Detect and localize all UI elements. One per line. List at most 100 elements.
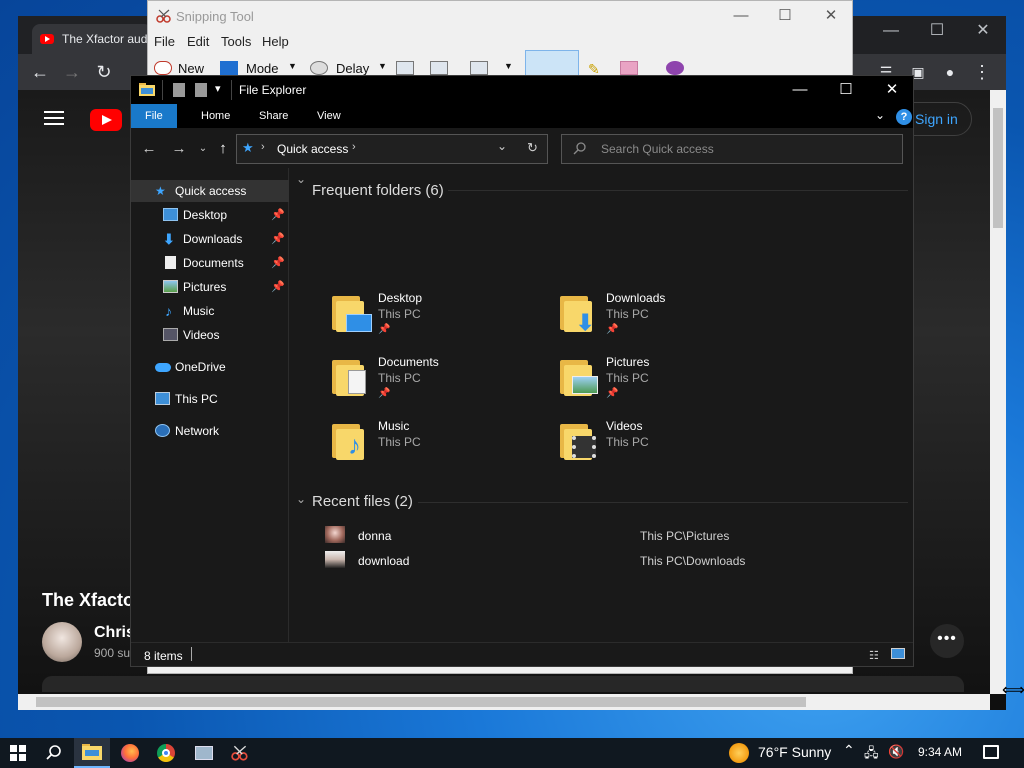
- properties-icon[interactable]: [173, 83, 185, 97]
- snip-menu-file[interactable]: File: [154, 34, 175, 49]
- frequent-folders-header[interactable]: Frequent folders (6): [312, 182, 444, 199]
- address-dropdown-icon[interactable]: ⌄: [497, 139, 507, 153]
- hamburger-menu-icon[interactable]: [44, 111, 64, 127]
- paint3d-icon[interactable]: [666, 61, 684, 75]
- snip-menu-edit[interactable]: Edit: [187, 34, 209, 49]
- nav-item-downloads[interactable]: ⬇ Downloads 📌: [131, 228, 289, 250]
- notifications-icon[interactable]: [983, 745, 999, 759]
- qat-divider: [162, 80, 163, 100]
- vertical-scroll-thumb[interactable]: [993, 108, 1003, 228]
- nav-item-documents[interactable]: Documents 📌: [131, 252, 289, 274]
- description-box[interactable]: [42, 676, 964, 692]
- folder-name[interactable]: Desktop: [378, 291, 422, 305]
- picture-icon: [163, 280, 178, 293]
- collapse-frequent-icon[interactable]: ⌄: [296, 172, 306, 186]
- channel-name[interactable]: Chris: [94, 624, 135, 642]
- pin-icon[interactable]: 📌: [271, 228, 285, 250]
- explorer-minimize-button[interactable]: —: [777, 76, 823, 104]
- taskbar-file-explorer[interactable]: [74, 738, 110, 768]
- address-path[interactable]: Quick access: [277, 142, 348, 156]
- eraser-icon[interactable]: [620, 61, 638, 75]
- volume-muted-icon[interactable]: 🔇: [888, 744, 904, 760]
- snip-minimize-button[interactable]: —: [718, 5, 764, 29]
- channel-avatar[interactable]: [42, 622, 82, 662]
- browser-tab[interactable]: The Xfactor aud: [32, 24, 152, 54]
- explorer-maximize-button[interactable]: ☐: [823, 76, 869, 104]
- desktop-icon: [163, 208, 178, 221]
- browser-maximize-button[interactable]: ☐: [914, 16, 960, 46]
- network-tray-icon[interactable]: 🖧: [864, 744, 879, 766]
- start-button[interactable]: [0, 738, 36, 768]
- expand-ribbon-icon[interactable]: ⌄: [875, 108, 885, 122]
- nav-item-videos[interactable]: Videos: [131, 324, 289, 346]
- monitor-icon: [195, 746, 213, 760]
- send-icon[interactable]: [470, 61, 488, 75]
- pen-tool-button[interactable]: [525, 50, 579, 78]
- explorer-close-button[interactable]: ✕: [869, 76, 915, 104]
- copy-icon[interactable]: [430, 61, 448, 75]
- folder-name[interactable]: Documents: [378, 355, 439, 369]
- collapse-recent-icon[interactable]: ⌄: [296, 492, 306, 506]
- snip-menu-help[interactable]: Help: [262, 34, 289, 49]
- nav-item-pictures[interactable]: Pictures 📌: [131, 276, 289, 298]
- horizontal-scroll-thumb[interactable]: [36, 697, 806, 707]
- profile-icon[interactable]: ●: [938, 60, 962, 84]
- weather-sun-icon[interactable]: [729, 743, 749, 763]
- back-arrow-icon[interactable]: ←: [28, 60, 52, 84]
- pin-icon[interactable]: 📌: [271, 252, 285, 274]
- recent-locations-icon[interactable]: ⌄: [193, 140, 213, 158]
- ribbon-tab-share[interactable]: Share: [245, 104, 302, 128]
- snip-menu-tools[interactable]: Tools: [221, 34, 251, 49]
- recent-files-header[interactable]: Recent files (2): [312, 493, 413, 510]
- nav-item-network[interactable]: Network: [131, 420, 289, 442]
- network-icon: [155, 424, 170, 437]
- ribbon-tab-view[interactable]: View: [303, 104, 355, 128]
- ribbon-tab-file[interactable]: File: [131, 104, 177, 128]
- pin-icon[interactable]: 📌: [271, 204, 285, 226]
- reload-icon[interactable]: ↻: [92, 60, 116, 84]
- nav-item-this-pc[interactable]: This PC: [131, 388, 289, 410]
- browser-minimize-button[interactable]: —: [868, 16, 914, 46]
- browser-menu-icon[interactable]: ⋮: [970, 60, 994, 84]
- clock[interactable]: 9:34 AM: [918, 745, 962, 759]
- weather-text[interactable]: 76°F Sunny: [758, 744, 831, 760]
- customize-qat-icon[interactable]: ▾: [215, 82, 221, 95]
- taskbar-chrome[interactable]: [148, 738, 184, 768]
- taskbar-remote-app[interactable]: [186, 738, 222, 768]
- snip-maximize-button[interactable]: ☐: [762, 5, 808, 29]
- snip-close-button[interactable]: ✕: [808, 5, 854, 29]
- refresh-icon[interactable]: ↻: [527, 140, 538, 156]
- nav-item-quick-access[interactable]: ★ Quick access: [131, 180, 289, 202]
- nav-item-onedrive[interactable]: OneDrive: [131, 356, 289, 378]
- folder-name[interactable]: Music: [378, 419, 409, 433]
- breadcrumb-separator-icon[interactable]: ›: [261, 141, 265, 153]
- help-icon[interactable]: ?: [896, 109, 912, 125]
- section-divider: [418, 502, 908, 503]
- more-actions-button[interactable]: •••: [930, 624, 964, 658]
- youtube-logo-icon[interactable]: [90, 109, 122, 131]
- folder-name[interactable]: Videos: [606, 419, 642, 433]
- folder-name[interactable]: Downloads: [606, 291, 665, 305]
- taskbar-firefox[interactable]: [112, 738, 148, 768]
- back-arrow-icon[interactable]: ←: [139, 140, 159, 158]
- taskbar-snipping-tool[interactable]: [222, 738, 258, 768]
- details-view-icon[interactable]: ☷: [869, 649, 879, 662]
- save-icon[interactable]: [396, 61, 414, 75]
- folder-name[interactable]: Pictures: [606, 355, 649, 369]
- up-arrow-icon[interactable]: ↑: [213, 140, 233, 158]
- recent-file-name[interactable]: download: [358, 554, 409, 568]
- ribbon-tab-home[interactable]: Home: [187, 104, 244, 128]
- nav-item-desktop[interactable]: Desktop 📌: [131, 204, 289, 226]
- forward-arrow-icon[interactable]: →: [60, 60, 84, 84]
- large-icons-view-icon[interactable]: [891, 648, 905, 659]
- breadcrumb-chevron-icon[interactable]: ›: [352, 141, 356, 153]
- recent-file-name[interactable]: donna: [358, 529, 391, 543]
- forward-arrow-icon[interactable]: →: [169, 140, 189, 158]
- nav-label: Desktop: [183, 208, 228, 222]
- show-hidden-icons-icon[interactable]: ⌃: [843, 742, 855, 759]
- new-folder-icon[interactable]: [195, 83, 207, 97]
- nav-item-music[interactable]: ♪ Music: [131, 300, 289, 322]
- browser-close-button[interactable]: ✕: [960, 16, 1006, 46]
- search-button[interactable]: [36, 738, 72, 768]
- pin-icon[interactable]: 📌: [271, 276, 285, 298]
